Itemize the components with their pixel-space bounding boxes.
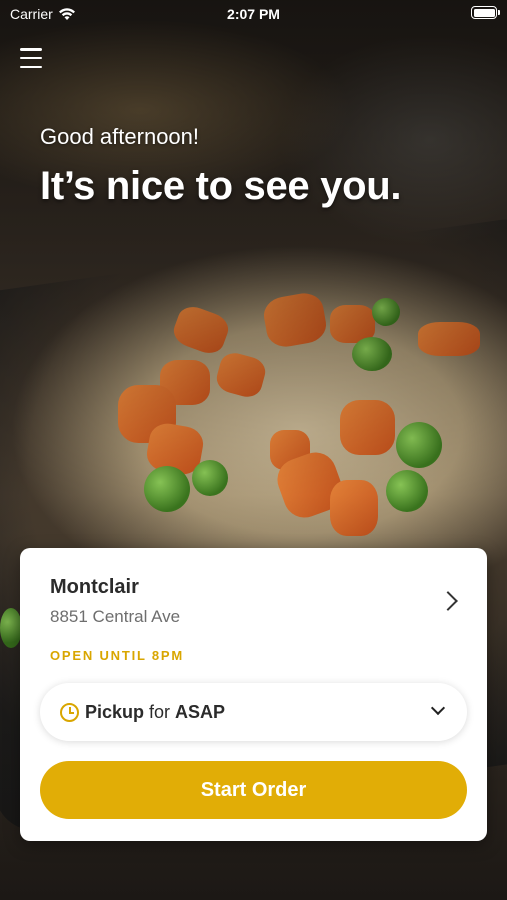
location-selector[interactable]: Montclair 8851 Central Ave xyxy=(50,576,467,636)
start-order-button[interactable]: Start Order xyxy=(40,761,467,819)
page-headline: It’s nice to see you. xyxy=(40,164,402,208)
chevron-down-icon xyxy=(430,700,446,716)
location-name: Montclair xyxy=(50,576,139,598)
greeting-text: Good afternoon! xyxy=(40,124,200,149)
order-mode-selector[interactable]: Pickup for ASAP xyxy=(40,683,467,741)
status-time: 2:07 PM xyxy=(227,6,280,22)
hours-label: OPEN UNTIL 8PM xyxy=(50,648,185,663)
status-bar: Carrier 2:07 PM xyxy=(0,0,507,30)
order-mode-text: Pickup for ASAP xyxy=(85,702,225,723)
location-address: 8851 Central Ave xyxy=(50,607,181,626)
order-method: Pickup xyxy=(85,701,145,722)
order-connector: for xyxy=(149,701,171,722)
location-card: Montclair 8851 Central Ave OPEN UNTIL 8P… xyxy=(20,548,487,841)
order-time: ASAP xyxy=(175,701,226,722)
menu-icon[interactable] xyxy=(20,48,42,68)
clock-icon xyxy=(60,702,79,722)
status-right xyxy=(471,6,500,19)
battery-icon xyxy=(471,6,500,19)
